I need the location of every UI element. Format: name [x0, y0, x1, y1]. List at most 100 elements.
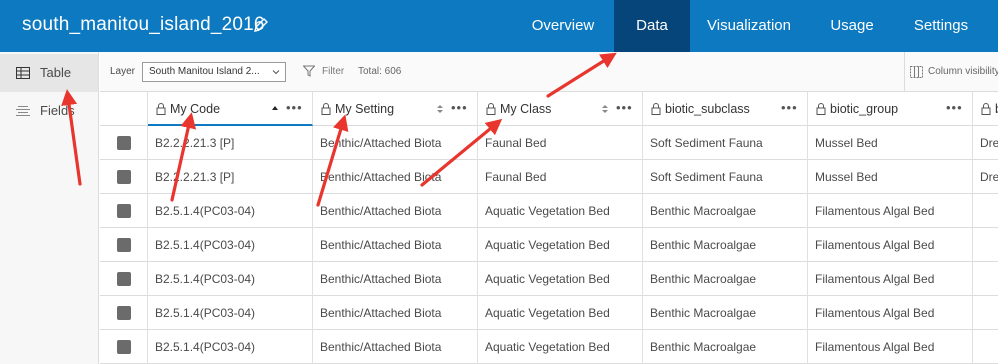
table-icon	[16, 67, 30, 79]
lock-icon	[486, 103, 496, 115]
column-header-my-setting[interactable]: My Setting •••	[313, 92, 478, 126]
column-header-my-code[interactable]: My Code •••	[148, 92, 313, 126]
table-cell: Soft Sediment Fauna	[643, 126, 808, 160]
table-cell: Benthic/Attached Biota	[313, 194, 478, 228]
filter-button[interactable]: Filter	[322, 66, 344, 77]
table-cell: B2.5.1.4(PC03-04)	[148, 228, 313, 262]
lock-icon	[651, 103, 661, 115]
table-cell: Aquatic Vegetation Bed	[478, 228, 643, 262]
column-header-my-class[interactable]: My Class •••	[478, 92, 643, 126]
table-cell: B2.5.1.4(PC03-04)	[148, 262, 313, 296]
lock-icon	[816, 103, 826, 115]
table-cell: Dreissenid Mussel Bed	[973, 160, 998, 194]
table-cell: Aquatic Vegetation Bed	[478, 194, 643, 228]
tab-overview[interactable]: Overview	[515, 0, 611, 52]
table-cell: Filamentous Algal Bed	[808, 330, 973, 364]
table-row[interactable]: B2.5.1.4(PC03-04) Benthic/Attached Biota…	[100, 330, 998, 364]
chevron-down-icon	[272, 70, 280, 75]
layer-label: Layer	[110, 66, 136, 77]
table-cell: Benthic/Attached Biota	[313, 160, 478, 194]
table-row[interactable]: B2.5.1.4(PC03-04) Benthic/Attached Biota…	[100, 228, 998, 262]
table-cell: Benthic/Attached Biota	[313, 330, 478, 364]
row-checkbox[interactable]	[117, 170, 131, 184]
item-title: south_manitou_island_2016	[22, 14, 265, 35]
sort-toggle-icon[interactable]	[601, 104, 609, 114]
pencil-icon[interactable]	[252, 16, 270, 34]
table-cell: Filamentous Algal Bed	[808, 194, 973, 228]
table-row[interactable]: B2.5.1.4(PC03-04) Benthic/Attached Biota…	[100, 296, 998, 330]
table-row[interactable]: B2.5.1.4(PC03-04) Benthic/Attached Biota…	[100, 194, 998, 228]
table-cell: Benthic Macroalgae	[643, 330, 808, 364]
table-cell: B2.5.1.4(PC03-04)	[148, 194, 313, 228]
layer-select[interactable]: South Manitou Island 2...	[142, 62, 286, 82]
table-row[interactable]: B2.2.2.21.3 [P] Benthic/Attached Biota F…	[100, 160, 998, 194]
row-select-cell	[100, 160, 148, 194]
tab-usage[interactable]: Usage	[814, 0, 890, 52]
table-toolbar: Layer South Manitou Island 2... Filter T…	[100, 52, 998, 92]
table-cell: Faunal Bed	[478, 160, 643, 194]
table-cell: Benthic/Attached Biota	[313, 262, 478, 296]
row-select-cell	[100, 228, 148, 262]
lock-icon	[156, 103, 166, 115]
sidebar-item-table[interactable]: Table	[0, 54, 98, 92]
table-cell	[973, 262, 998, 296]
sort-ascending-icon[interactable]	[271, 104, 279, 114]
column-menu-icon[interactable]: •••	[946, 100, 963, 115]
table-cell: Filamentous Algal Bed	[808, 296, 973, 330]
filter-icon[interactable]	[303, 65, 315, 77]
row-checkbox[interactable]	[117, 306, 131, 320]
lock-icon	[321, 103, 331, 115]
table-cell: Aquatic Vegetation Bed	[478, 262, 643, 296]
table-cell: B2.2.2.21.3 [P]	[148, 126, 313, 160]
table-cell	[973, 194, 998, 228]
table-row[interactable]: B2.5.1.4(PC03-04) Benthic/Attached Biota…	[100, 262, 998, 296]
select-all-header	[100, 92, 148, 126]
row-checkbox[interactable]	[117, 272, 131, 286]
row-checkbox[interactable]	[117, 204, 131, 218]
layer-select-value: South Manitou Island 2...	[149, 66, 260, 77]
tab-visualization[interactable]: Visualization	[696, 0, 802, 52]
row-checkbox[interactable]	[117, 340, 131, 354]
table-cell: Soft Sediment Fauna	[643, 160, 808, 194]
table-cell: Filamentous Algal Bed	[808, 228, 973, 262]
table-cell: B2.5.1.4(PC03-04)	[148, 296, 313, 330]
table-cell: Benthic Macroalgae	[643, 296, 808, 330]
column-menu-icon[interactable]: •••	[286, 100, 303, 115]
fields-list-icon	[16, 106, 30, 116]
table-row[interactable]: B2.2.2.21.3 [P] Benthic/Attached Biota F…	[100, 126, 998, 160]
top-nav-bar: south_manitou_island_2016 Overview Data …	[0, 0, 998, 52]
column-visibility-label: Column visibility	[928, 66, 998, 77]
column-menu-icon[interactable]: •••	[616, 100, 633, 115]
column-header-label: biotic_group	[830, 102, 899, 116]
table-cell	[973, 296, 998, 330]
columns-icon	[910, 66, 923, 78]
table-cell: Aquatic Vegetation Bed	[478, 296, 643, 330]
row-select-cell	[100, 126, 148, 160]
column-visibility-button[interactable]: Column visibility	[904, 52, 998, 92]
table-cell: Benthic/Attached Biota	[313, 296, 478, 330]
row-checkbox[interactable]	[117, 238, 131, 252]
column-header-label: My Class	[500, 102, 552, 116]
tab-data[interactable]: Data	[614, 0, 690, 52]
column-header-biotic-group[interactable]: biotic_group •••	[808, 92, 973, 126]
table-cell: Benthic/Attached Biota	[313, 228, 478, 262]
sidebar-item-fields[interactable]: Fields	[0, 92, 98, 130]
column-header-label: My Code	[170, 102, 221, 116]
sidebar-item-label: Fields	[40, 103, 75, 118]
column-header-biotic-community[interactable]: biotic_community	[973, 92, 998, 126]
column-header-label: My Setting	[335, 102, 395, 116]
data-side-panel: Table Fields	[0, 52, 99, 364]
table-cell	[973, 228, 998, 262]
data-table: My Code ••• My Setting ••• My Class ••• …	[100, 92, 998, 364]
sort-toggle-icon[interactable]	[436, 104, 444, 114]
sidebar-item-label: Table	[40, 65, 72, 80]
column-menu-icon[interactable]: •••	[781, 100, 798, 115]
table-cell: Aquatic Vegetation Bed	[478, 330, 643, 364]
table-cell: Mussel Bed	[808, 160, 973, 194]
row-checkbox[interactable]	[117, 136, 131, 150]
column-menu-icon[interactable]: •••	[451, 100, 468, 115]
table-cell: Dreissenid Mussel Bed	[973, 126, 998, 160]
tab-settings[interactable]: Settings	[900, 0, 982, 52]
table-cell: Benthic Macroalgae	[643, 194, 808, 228]
column-header-biotic-subclass[interactable]: biotic_subclass •••	[643, 92, 808, 126]
